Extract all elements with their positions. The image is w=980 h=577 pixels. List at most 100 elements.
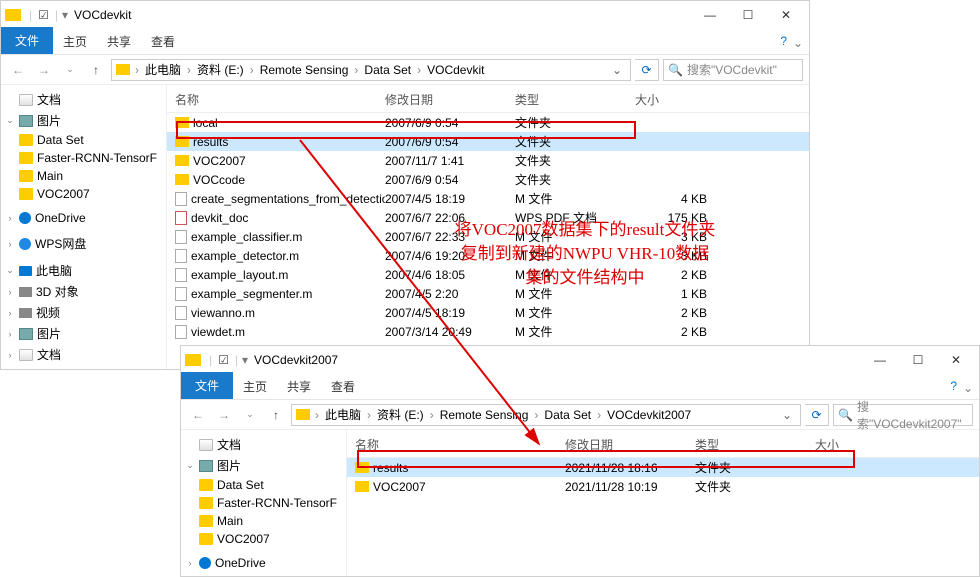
nav-item[interactable]: ⌄图片 xyxy=(183,455,344,476)
nav-item[interactable]: ⌄图片 xyxy=(3,110,164,131)
maximize-button[interactable]: ☐ xyxy=(729,3,767,27)
col-date[interactable]: 修改日期 xyxy=(565,434,695,455)
table-row[interactable]: results2021/11/28 18:16文件夹 xyxy=(347,458,979,477)
tab-file[interactable]: 文件 xyxy=(1,27,53,54)
col-size[interactable]: 大小 xyxy=(635,89,715,110)
breadcrumb[interactable]: VOCdevkit2007 xyxy=(604,408,694,422)
titlebar[interactable]: | ☑ | ▾ VOCdevkit — ☐ ✕ xyxy=(1,1,809,29)
file-size: 2 KB xyxy=(635,306,715,320)
column-headers[interactable]: 名称 修改日期 类型 大小 xyxy=(167,85,809,113)
nav-item[interactable]: Main xyxy=(183,512,344,530)
minimize-button[interactable]: — xyxy=(861,348,899,372)
col-name[interactable]: 名称 xyxy=(175,89,385,110)
table-row[interactable]: viewanno.m2007/4/5 18:19M 文件2 KB xyxy=(167,303,809,322)
doc-icon xyxy=(199,439,213,451)
breadcrumb[interactable]: Remote Sensing xyxy=(437,408,532,422)
table-row[interactable]: devkit_doc2007/6/7 22:06WPS PDF 文档175 KB xyxy=(167,208,809,227)
breadcrumb[interactable]: 此电脑 xyxy=(142,61,184,78)
nav-item[interactable]: 文档 xyxy=(183,434,344,455)
tab-share[interactable]: 共享 xyxy=(277,374,321,399)
table-row[interactable]: VOC20072021/11/28 10:19文件夹 xyxy=(347,477,979,496)
forward-button[interactable]: → xyxy=(33,59,55,81)
search-input[interactable]: 🔍 搜索"VOCdevkit" xyxy=(663,59,803,81)
tab-view[interactable]: 查看 xyxy=(321,374,365,399)
col-date[interactable]: 修改日期 xyxy=(385,89,515,110)
nav-item[interactable]: Data Set xyxy=(3,131,164,149)
recent-dropdown[interactable]: ⌄ xyxy=(239,404,261,426)
forward-button[interactable]: → xyxy=(213,404,235,426)
nav-item[interactable]: VOC2007 xyxy=(183,530,344,548)
breadcrumb[interactable]: VOCdevkit xyxy=(424,63,487,77)
breadcrumb[interactable]: Remote Sensing xyxy=(257,63,352,77)
nav-item[interactable]: ›OneDrive xyxy=(3,209,164,227)
refresh-button[interactable]: ⟳ xyxy=(805,404,829,426)
table-row[interactable]: VOC20072007/11/7 1:41文件夹 xyxy=(167,151,809,170)
recent-dropdown[interactable]: ⌄ xyxy=(59,59,81,81)
nav-item[interactable]: Main xyxy=(3,167,164,185)
table-row[interactable]: example_classifier.m2007/6/7 22:33M 文件3 … xyxy=(167,227,809,246)
nav-item[interactable]: ›WPS网盘 xyxy=(3,233,164,254)
breadcrumb[interactable]: 资料 (E:) xyxy=(194,61,247,78)
breadcrumb[interactable]: 此电脑 xyxy=(322,406,364,423)
col-type[interactable]: 类型 xyxy=(695,434,815,455)
refresh-button[interactable]: ⟳ xyxy=(635,59,659,81)
col-size[interactable]: 大小 xyxy=(815,434,895,455)
table-row[interactable]: VOCcode2007/6/9 0:54文件夹 xyxy=(167,170,809,189)
col-type[interactable]: 类型 xyxy=(515,89,635,110)
table-row[interactable]: local2007/6/9 0:54文件夹 xyxy=(167,113,809,132)
ribbon-expand-icon[interactable]: ⌄ xyxy=(963,381,973,395)
address-bar[interactable]: › 此电脑 › 资料 (E:) › Remote Sensing › Data … xyxy=(111,59,631,81)
table-row[interactable]: example_segmenter.m2007/4/5 2:20M 文件1 KB xyxy=(167,284,809,303)
tab-view[interactable]: 查看 xyxy=(141,29,185,54)
nav-item[interactable]: VOC2007 xyxy=(3,185,164,203)
address-bar[interactable]: › 此电脑 › 资料 (E:) › Remote Sensing › Data … xyxy=(291,404,801,426)
close-button[interactable]: ✕ xyxy=(937,348,975,372)
maximize-button[interactable]: ☐ xyxy=(899,348,937,372)
nav-item[interactable]: Faster-RCNN-TensorF xyxy=(183,494,344,512)
breadcrumb[interactable]: Data Set xyxy=(361,63,414,77)
nav-item[interactable]: Faster-RCNN-TensorF xyxy=(3,149,164,167)
overflow-icon[interactable]: ▾ xyxy=(62,8,68,22)
folder-icon xyxy=(175,155,189,166)
nav-item[interactable]: ›3D 对象 xyxy=(3,281,164,302)
address-dropdown-icon[interactable]: ⌄ xyxy=(778,408,796,422)
breadcrumb[interactable]: Data Set xyxy=(541,408,594,422)
table-row[interactable]: create_segmentations_from_detectio...200… xyxy=(167,189,809,208)
close-button[interactable]: ✕ xyxy=(767,3,805,27)
column-headers[interactable]: 名称 修改日期 类型 大小 xyxy=(347,430,979,458)
nav-item[interactable]: ›视频 xyxy=(3,302,164,323)
nav-item[interactable]: 文档 xyxy=(3,89,164,110)
col-name[interactable]: 名称 xyxy=(355,434,565,455)
breadcrumb[interactable]: 资料 (E:) xyxy=(374,406,427,423)
table-row[interactable]: viewdet.m2007/3/14 20:49M 文件2 KB xyxy=(167,322,809,341)
up-button[interactable]: ↑ xyxy=(265,404,287,426)
ribbon-expand-icon[interactable]: ⌄ xyxy=(793,36,803,50)
tab-file[interactable]: 文件 xyxy=(181,372,233,399)
titlebar[interactable]: | ☑ | ▾ VOCdevkit2007 — ☐ ✕ xyxy=(181,346,979,374)
up-button[interactable]: ↑ xyxy=(85,59,107,81)
nav-item[interactable]: ⌄此电脑 xyxy=(3,260,164,281)
nav-item[interactable]: ›OneDrive xyxy=(183,554,344,572)
nav-pane[interactable]: 文档 ⌄图片 Data Set Faster-RCNN-TensorF Main… xyxy=(181,430,347,576)
file-date: 2021/11/28 10:19 xyxy=(565,480,695,494)
nav-item[interactable]: Data Set xyxy=(183,476,344,494)
tab-share[interactable]: 共享 xyxy=(97,29,141,54)
file-date: 2007/4/5 2:20 xyxy=(385,287,515,301)
overflow-icon[interactable]: ▾ xyxy=(242,353,248,367)
tab-home[interactable]: 主页 xyxy=(233,374,277,399)
nav-item[interactable]: ›文档 xyxy=(3,344,164,365)
help-icon[interactable]: ? xyxy=(780,34,787,48)
help-icon[interactable]: ? xyxy=(950,379,957,393)
tab-home[interactable]: 主页 xyxy=(53,29,97,54)
table-row[interactable]: example_detector.m2007/4/6 19:20M 文件3 KB xyxy=(167,246,809,265)
minimize-button[interactable]: — xyxy=(691,3,729,27)
table-row[interactable]: example_layout.m2007/4/6 18:05M 文件2 KB xyxy=(167,265,809,284)
search-input[interactable]: 🔍 搜索"VOCdevkit2007" xyxy=(833,404,973,426)
nav-pane[interactable]: 文档 ⌄图片 Data Set Faster-RCNN-TensorF Main… xyxy=(1,85,167,369)
table-row[interactable]: results2007/6/9 0:54文件夹 xyxy=(167,132,809,151)
back-button[interactable]: ← xyxy=(7,59,29,81)
nav-item[interactable]: ›图片 xyxy=(3,323,164,344)
back-button[interactable]: ← xyxy=(187,404,209,426)
address-dropdown-icon[interactable]: ⌄ xyxy=(608,63,626,77)
file-date: 2007/6/9 0:54 xyxy=(385,135,515,149)
